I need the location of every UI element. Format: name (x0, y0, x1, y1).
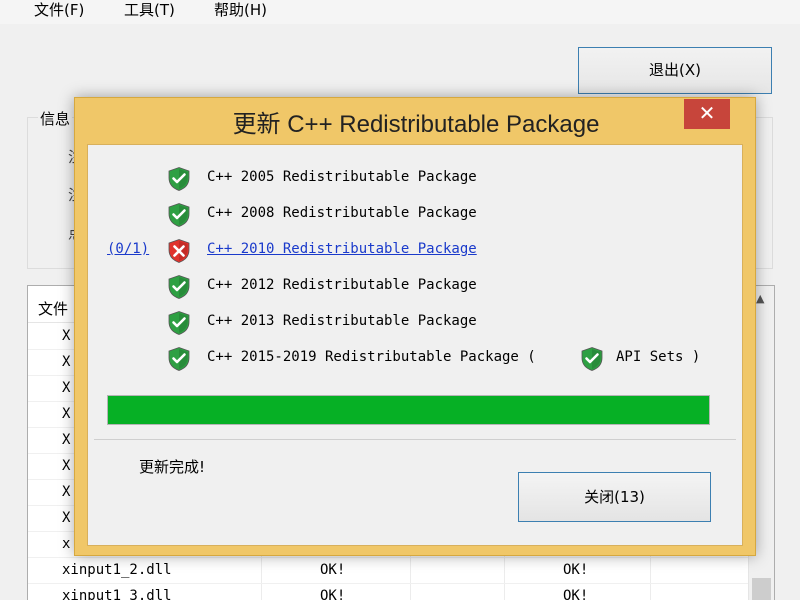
file-name-cell: X (62, 510, 71, 526)
menu-tools[interactable]: 工具(T) (124, 0, 175, 22)
file-name-cell: X (62, 406, 71, 422)
package-label: C++ 2015-2019 Redistributable Package ( (207, 349, 536, 365)
dialog-title: 更新 C++ Redistributable Package (232, 111, 600, 138)
progress-bar-fill (108, 396, 709, 424)
file-name-cell: X (62, 328, 71, 344)
package-label: C++ 2008 Redistributable Package (207, 205, 477, 221)
file-name-cell: X (62, 432, 71, 448)
package-row: C++ 2015-2019 Redistributable Package ( A… (88, 343, 728, 373)
scroll-up-icon[interactable]: ▲ (756, 292, 764, 305)
file-name-cell: X (62, 354, 71, 370)
package-label: C++ 2005 Redistributable Package (207, 169, 477, 185)
package-label: C++ 2012 Redistributable Package (207, 277, 477, 293)
dialog-close-button[interactable]: ✕ (684, 99, 730, 129)
file-name-cell: X (62, 380, 71, 396)
divider (94, 439, 736, 440)
scroll-thumb[interactable] (752, 578, 771, 600)
file-name-cell: xinput1_3.dll (62, 588, 172, 600)
close-countdown-button[interactable]: 关闭(13) (518, 472, 711, 522)
file-name-cell: X (62, 484, 71, 500)
package-row: C++ 2013 Redistributable Package (88, 307, 728, 337)
status-cell: OK! (563, 562, 589, 578)
file-row[interactable]: xinput1_3.dll OK! OK! (28, 584, 748, 600)
shield-x-icon (166, 238, 192, 264)
package-label: C++ 2013 Redistributable Package (207, 313, 477, 329)
dialog-body: C++ 2005 Redistributable Package C++ 2008… (87, 144, 743, 546)
shield-check-icon (166, 202, 192, 228)
shield-check-icon (579, 346, 605, 372)
menu-file[interactable]: 文件(F) (34, 0, 84, 22)
package-row: C++ 2012 Redistributable Package (88, 271, 728, 301)
shield-check-icon (166, 310, 192, 336)
progress-bar (107, 395, 710, 425)
info-group-title: 信息 (38, 108, 73, 129)
status-text: 更新完成! (139, 458, 206, 476)
menu-help[interactable]: 帮助(H) (214, 0, 267, 22)
file-name-cell: x (62, 536, 71, 552)
package-row: C++ 2008 Redistributable Package (88, 199, 728, 229)
status-cell: OK! (563, 588, 589, 600)
status-cell: OK! (320, 562, 346, 578)
menu-bar: 文件(F) 工具(T) 帮助(H) (0, 0, 800, 24)
package-row: C++ 2005 Redistributable Package (88, 163, 728, 193)
shield-check-icon (166, 346, 192, 372)
exit-button[interactable]: 退出(X) (578, 47, 772, 94)
status-cell: OK! (320, 588, 346, 600)
file-name-cell: X (62, 458, 71, 474)
file-row[interactable]: xinput1_2.dll OK! OK! (28, 558, 748, 584)
update-dialog: 更新 C++ Redistributable Package ✕ C++ 200… (74, 97, 756, 556)
package-label[interactable]: C++ 2010 Redistributable Package (207, 241, 477, 257)
shield-check-icon (166, 166, 192, 192)
file-column-title: 文件 (38, 300, 69, 318)
package-row[interactable]: (0/1) C++ 2010 Redistributable Package (88, 235, 728, 265)
shield-check-icon (166, 274, 192, 300)
api-sets-label: API Sets ) (616, 349, 701, 365)
file-name-cell: xinput1_2.dll (62, 562, 172, 578)
retry-counter-link[interactable]: (0/1) (107, 241, 149, 257)
